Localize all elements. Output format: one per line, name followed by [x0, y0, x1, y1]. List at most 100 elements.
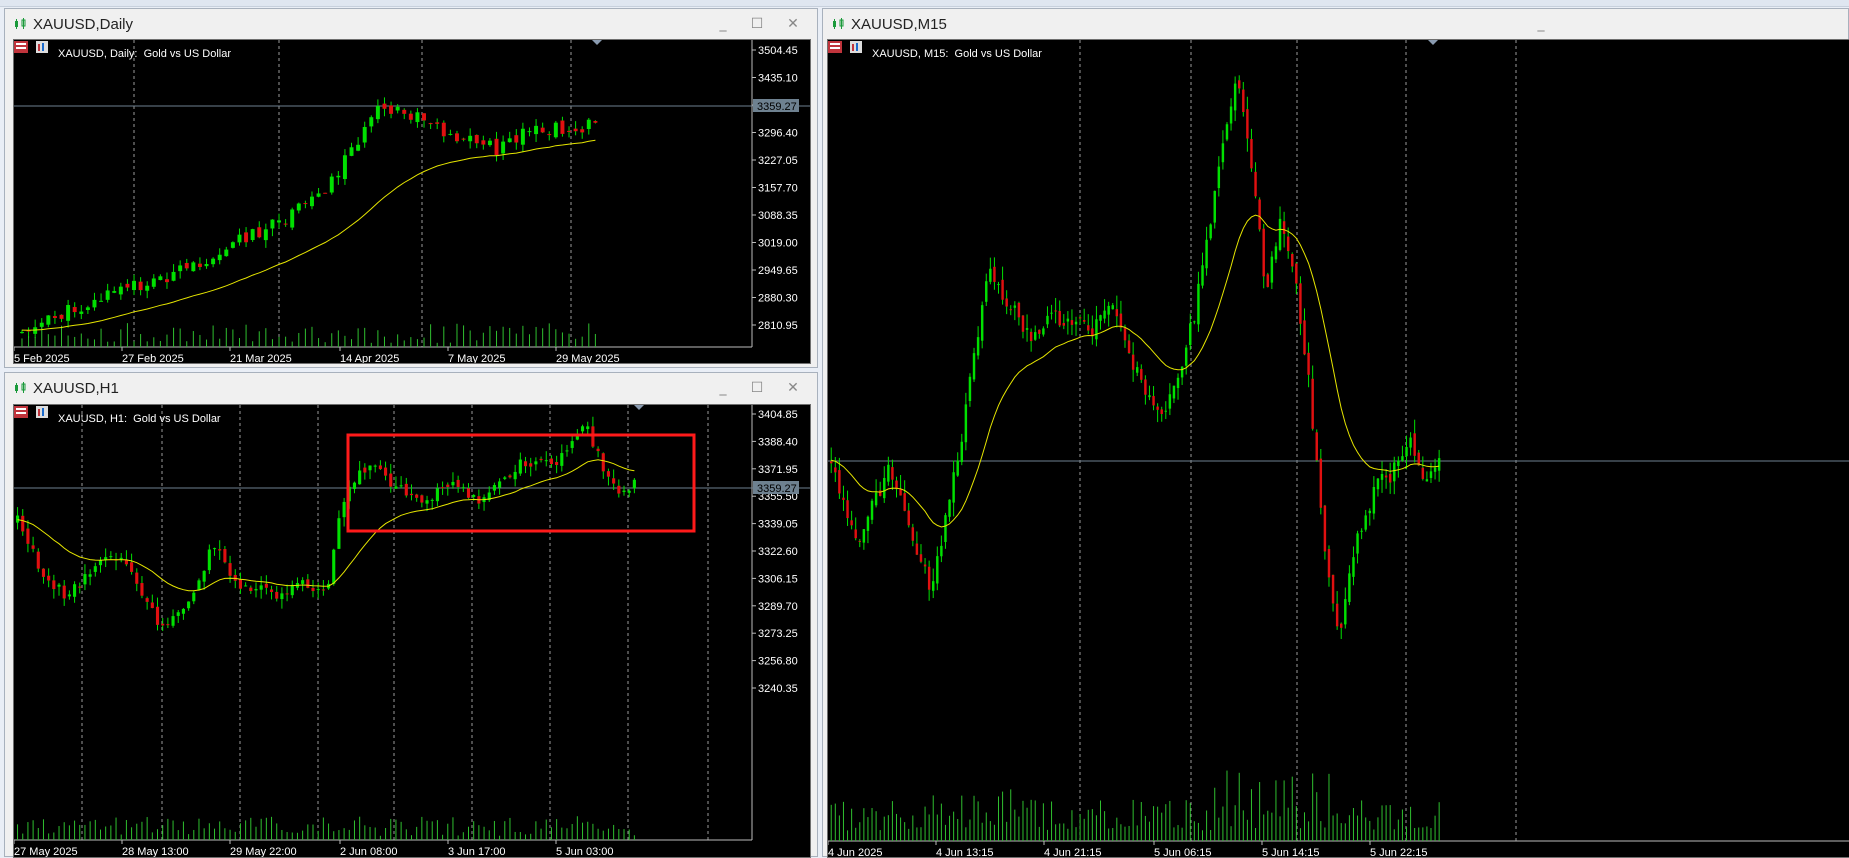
window-daily[interactable]: XAUUSD,Daily _ ☐ ✕ XAUUSD, Daily: Gold v…: [4, 8, 818, 368]
candle-body: [960, 441, 964, 463]
candle-body: [1099, 315, 1102, 321]
candle-body: [311, 587, 315, 592]
candle-body: [72, 307, 77, 313]
candle-body: [39, 322, 44, 327]
candle-body: [1221, 143, 1225, 163]
candle-body: [1087, 325, 1090, 331]
candle-body: [257, 227, 262, 238]
price-label: 3339.05: [758, 519, 798, 531]
price-label: 3306.15: [758, 573, 798, 585]
candle-body: [870, 500, 874, 520]
candle-body: [375, 106, 380, 120]
candle-body: [1209, 224, 1212, 239]
candle-body: [197, 580, 201, 591]
candle-body: [244, 585, 248, 587]
chart-window-icon: [15, 18, 26, 29]
candle-body: [1009, 309, 1012, 311]
candle-body: [1201, 265, 1204, 286]
candle-body: [455, 133, 459, 142]
candle-body: [601, 453, 605, 472]
minimize-button[interactable]: _: [711, 14, 735, 34]
candle-body: [238, 579, 242, 589]
candle-body: [79, 311, 84, 314]
candle-body: [1270, 256, 1274, 283]
candle-body: [16, 515, 20, 523]
candle-body: [952, 472, 955, 503]
candle-body: [887, 464, 890, 482]
chart-area-daily[interactable]: XAUUSD, Daily: Gold vs US Dollar 3504.45…: [13, 39, 811, 364]
candle-body: [192, 592, 196, 602]
candle-body: [435, 488, 439, 502]
candle-body: [1278, 218, 1282, 250]
minimize-button[interactable]: _: [1529, 14, 1553, 34]
price-label: 2880.30: [758, 293, 798, 305]
candle-body: [269, 589, 274, 593]
candle-body: [1103, 310, 1106, 319]
moving-average-line: [17, 459, 635, 592]
price-label: 3240.35: [758, 683, 798, 695]
price-label: 2949.65: [758, 265, 798, 277]
candle-body: [176, 612, 180, 616]
candle-body: [866, 516, 870, 531]
titlebar-m15[interactable]: XAUUSD,M15 _: [823, 9, 1848, 39]
titlebar-h1[interactable]: XAUUSD,H1 _ ☐ ✕: [5, 373, 817, 403]
candle-body: [1388, 473, 1392, 483]
candle-body: [487, 140, 492, 146]
price-label: 3435.10: [758, 73, 798, 85]
candle-body: [264, 583, 268, 588]
moving-average-line: [831, 214, 1440, 528]
candle-body: [520, 128, 525, 145]
candle-body: [1323, 505, 1327, 552]
candle-body: [402, 109, 407, 114]
candle-body: [1295, 263, 1298, 284]
candle-body: [547, 134, 552, 136]
close-button[interactable]: ✕: [781, 378, 805, 398]
minimize-button[interactable]: _: [711, 378, 735, 398]
candle-body: [580, 426, 585, 432]
candle-body: [936, 556, 939, 584]
candle-body: [409, 493, 414, 496]
candle-body: [263, 229, 268, 241]
candle-body: [1258, 199, 1261, 230]
candle-body: [1156, 406, 1159, 410]
maximize-button[interactable]: ☐: [745, 14, 769, 34]
price-label: 3504.45: [758, 45, 798, 57]
candle-body: [316, 193, 321, 197]
close-button[interactable]: ✕: [781, 14, 805, 34]
candle-body: [1042, 328, 1045, 335]
candle-body: [1164, 410, 1168, 412]
titlebar-daily[interactable]: XAUUSD,Daily _ ☐ ✕: [5, 9, 817, 39]
candle-body: [1213, 190, 1216, 223]
candle-body: [1021, 315, 1025, 332]
candle-body: [118, 286, 123, 295]
candle-body: [306, 579, 310, 588]
candle-body: [854, 529, 857, 539]
candle-body: [874, 492, 878, 506]
candle-body: [1017, 302, 1021, 318]
candle-body: [99, 300, 104, 302]
chart-area-m15[interactable]: XAUUSD, M15: Gold vs US Dollar 4 Jun 202…: [827, 39, 1849, 858]
candle-body: [1119, 313, 1123, 328]
candle-body: [389, 473, 393, 487]
candle-body: [834, 467, 837, 473]
price-label: 3371.95: [758, 464, 798, 476]
candle-body: [980, 305, 984, 341]
chart-area-h1[interactable]: XAUUSD, H1: Gold vs US Dollar 3404.85 338…: [13, 404, 811, 858]
maximize-button[interactable]: ☐: [745, 378, 769, 398]
time-label: 4 Jun 21:15: [1044, 847, 1102, 858]
candle-body: [878, 490, 882, 496]
candle-body: [78, 586, 82, 588]
candle-body: [109, 556, 113, 558]
time-label: 29 May 22:00: [230, 846, 297, 858]
candle-body: [85, 307, 90, 310]
candle-body: [1409, 437, 1412, 448]
candle-body: [932, 581, 935, 591]
candle-body: [838, 470, 841, 494]
candle-body: [1282, 221, 1286, 234]
window-h1[interactable]: XAUUSD,H1 _ ☐ ✕ XAUUSD, H1: Gold vs US D…: [4, 372, 818, 858]
candle-body: [1054, 310, 1057, 312]
candle-body: [466, 488, 471, 498]
window-m15[interactable]: XAUUSD,M15 _ XAUUSD, M15: Gold vs US Dol…: [822, 8, 1849, 858]
price-label: 3256.80: [758, 656, 798, 668]
candle-body: [1225, 124, 1229, 140]
